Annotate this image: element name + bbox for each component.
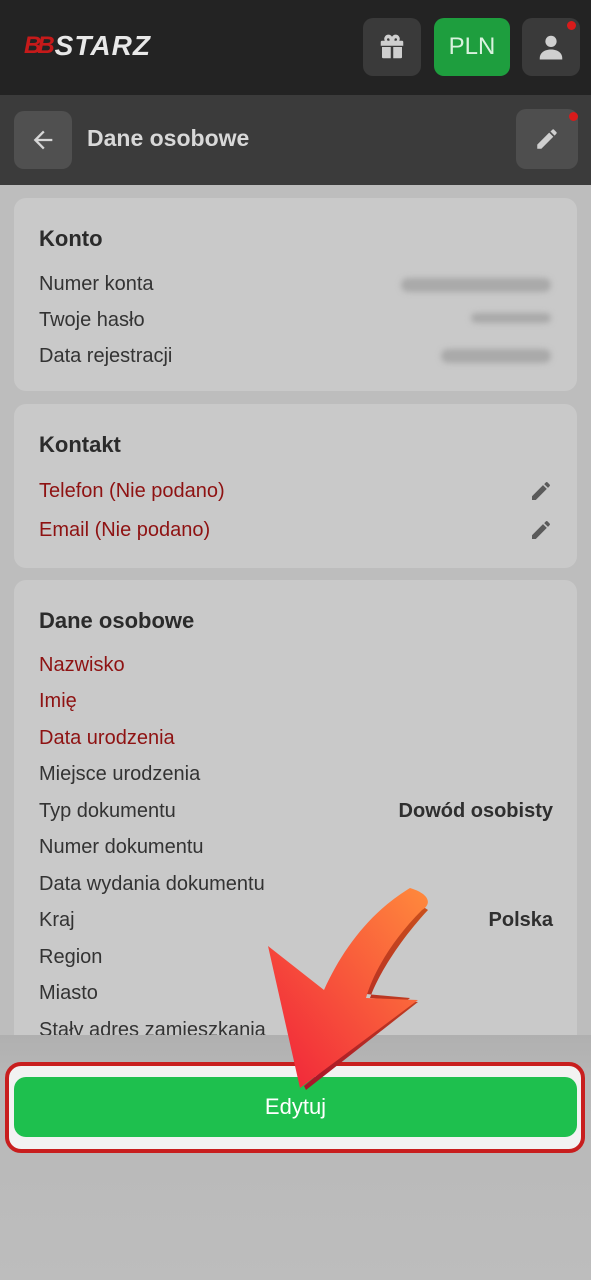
- currency-label: PLN: [448, 33, 496, 60]
- gift-button[interactable]: [363, 18, 421, 76]
- document-number-label: Numer dokumentu: [39, 836, 204, 858]
- card-title: Kontakt: [39, 432, 121, 457]
- user-icon: [539, 35, 563, 60]
- city-label: Miasto: [39, 982, 98, 1004]
- phone-label[interactable]: Telefon (Nie podano): [39, 480, 225, 503]
- account-number-value: [401, 278, 551, 292]
- surname-label: Nazwisko: [39, 654, 125, 676]
- logo-mark: BB: [24, 32, 55, 59]
- email-label[interactable]: Email (Nie podano): [39, 519, 210, 542]
- currency-button[interactable]: PLN: [434, 18, 510, 76]
- birth-place-label: Miejsce urodzenia: [39, 763, 201, 785]
- registration-date-value: [441, 349, 551, 363]
- account-number-label: Numer konta: [39, 273, 154, 295]
- document-type-label: Typ dokumentu: [39, 800, 176, 822]
- birth-date-label: Data urodzenia: [39, 727, 175, 749]
- document-issue-date-label: Data wydania dokumentu: [39, 873, 265, 895]
- notification-dot: [569, 112, 578, 121]
- country-label: Kraj: [39, 909, 75, 931]
- logo-text: STARZ: [54, 30, 151, 61]
- pencil-icon: [537, 129, 557, 149]
- first-name-label: Imię: [39, 690, 77, 712]
- card-title: Konto: [39, 226, 103, 251]
- profile-button[interactable]: [522, 18, 580, 76]
- password-label: Twoje hasło: [39, 309, 145, 331]
- password-value: [471, 313, 551, 323]
- country-value: Polska: [488, 909, 553, 931]
- edit-profile-button[interactable]: [516, 109, 578, 169]
- pencil-icon: [532, 482, 550, 500]
- notification-dot: [567, 21, 576, 30]
- account-card: Konto Numer konta Twoje hasło Data rejes…: [14, 198, 577, 391]
- back-button[interactable]: [14, 111, 72, 169]
- gift-icon: [380, 34, 404, 59]
- pencil-icon: [532, 521, 550, 539]
- pointer-arrow-icon: [268, 888, 428, 1090]
- registration-date-label: Data rejestracji: [39, 345, 173, 367]
- document-type-value: Dowód osobisty: [398, 800, 553, 822]
- top-app-bar: BB STARZ PLN: [0, 0, 591, 95]
- page-header: Dane osobowe: [0, 95, 591, 185]
- card-title: Dane osobowe: [39, 608, 195, 633]
- arrow-left-icon: [33, 130, 53, 150]
- logo[interactable]: BB STARZ: [24, 30, 151, 62]
- region-label: Region: [39, 946, 103, 968]
- page-title: Dane osobowe: [87, 125, 250, 151]
- contact-card: Kontakt Telefon (Nie podano) Email (Nie …: [14, 404, 577, 568]
- edit-phone-button[interactable]: [527, 477, 555, 505]
- edit-email-button[interactable]: [527, 516, 555, 544]
